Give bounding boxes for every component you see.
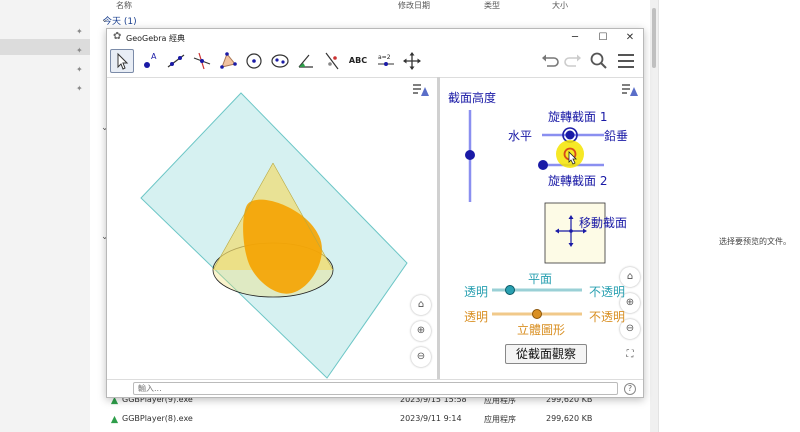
column-header-name[interactable]: 名称 bbox=[116, 0, 132, 11]
search-icon bbox=[590, 52, 607, 69]
preview-pane: 选择要预览的文件。 bbox=[658, 0, 800, 432]
solid-label: 立體圖形 bbox=[517, 323, 566, 337]
text-tool-button[interactable]: ABC bbox=[346, 49, 370, 73]
move-tool-button[interactable] bbox=[110, 49, 134, 73]
undo-button[interactable] bbox=[539, 51, 561, 71]
cone-section-figure bbox=[140, 92, 408, 379]
rotate1-label: 旋轉截面 1 bbox=[548, 110, 608, 124]
move-section-label: 移動截面 bbox=[579, 216, 628, 230]
minimize-button[interactable]: ─ bbox=[563, 29, 587, 46]
plane-transparent-label: 透明 bbox=[464, 285, 489, 299]
view-from-section-button[interactable]: 從截面觀察 bbox=[505, 344, 587, 364]
point-tool-icon: A bbox=[144, 52, 157, 68]
toolbar: A ABC a=2 bbox=[107, 46, 643, 76]
polygon-tool-button[interactable] bbox=[216, 49, 240, 73]
menu-icon bbox=[618, 54, 634, 68]
file-name: GGBPlayer(8).exe bbox=[122, 414, 193, 423]
line-tool-icon bbox=[167, 54, 185, 68]
move-view-tool-button[interactable] bbox=[400, 49, 424, 73]
pin-icon: ✦ bbox=[76, 27, 83, 36]
window-title: GeoGebra 經典 bbox=[126, 34, 185, 43]
explorer-nav-pane: ✦ ✦ ✦ ✦ bbox=[0, 0, 90, 432]
angle-tool-button[interactable] bbox=[294, 49, 318, 73]
perpendicular-tool-icon bbox=[193, 52, 211, 70]
point-tool-button[interactable]: A bbox=[138, 49, 162, 73]
main-menu-button[interactable] bbox=[615, 51, 637, 71]
geogebra-file-icon bbox=[110, 415, 119, 424]
file-size: 299,620 KB bbox=[546, 414, 593, 423]
reflect-tool-icon bbox=[325, 52, 339, 70]
slider-tool-button[interactable]: a=2 bbox=[374, 49, 398, 73]
pin-icon: ✦ bbox=[76, 65, 83, 74]
zoom-in-button[interactable]: ⊕ bbox=[411, 321, 431, 341]
move-tool-icon bbox=[117, 52, 129, 70]
reflect-tool-button[interactable] bbox=[320, 49, 344, 73]
desktop: ✦ ✦ ✦ ✦ 名称 修改日期 类型 大小 ⌄ 今天 (1) ⌄ ⌄ GGBPl… bbox=[0, 0, 800, 432]
input-help-button[interactable]: ? bbox=[624, 383, 636, 395]
circle-tool-button[interactable] bbox=[242, 49, 266, 73]
algebra-input[interactable] bbox=[133, 382, 618, 395]
vertical-label: 鉛垂 bbox=[604, 129, 629, 143]
title-bar[interactable]: ✿ GeoGebra 經典 ─ ☐ ✕ bbox=[107, 29, 643, 46]
redo-button[interactable] bbox=[562, 51, 584, 71]
solid-transparent-label: 透明 bbox=[464, 310, 489, 324]
move-view-tool-icon bbox=[403, 52, 421, 70]
plane-label: 平面 bbox=[528, 272, 553, 286]
slider-tool-icon: a=2 bbox=[378, 54, 394, 66]
conic-tool-icon bbox=[271, 54, 289, 68]
section-height-label: 截面高度 bbox=[448, 91, 497, 105]
fullscreen-button[interactable]: ⛶ bbox=[620, 345, 640, 365]
column-header-size[interactable]: 大小 bbox=[552, 0, 568, 11]
zoom-out-button[interactable]: ⊖ bbox=[411, 347, 431, 367]
svg-text:A: A bbox=[151, 52, 157, 61]
plane-opaque-label: 不透明 bbox=[589, 285, 626, 299]
close-button[interactable]: ✕ bbox=[618, 29, 642, 46]
column-header-modified[interactable]: 修改日期 bbox=[398, 0, 430, 11]
pin-icon: ✦ bbox=[76, 46, 83, 55]
style-bar-toggle-icon[interactable] bbox=[411, 82, 431, 100]
home-view-button[interactable]: ⌂ bbox=[411, 295, 431, 315]
file-row[interactable]: GGBPlayer(8).exe 2023/9/11 9:14 应用程序 299… bbox=[90, 411, 650, 429]
file-type: 应用程序 bbox=[484, 415, 516, 424]
file-date: 2023/9/11 9:14 bbox=[400, 414, 462, 423]
undo-icon bbox=[542, 54, 559, 67]
column-header-type[interactable]: 类型 bbox=[484, 0, 500, 11]
geogebra-window: ✿ GeoGebra 經典 ─ ☐ ✕ A ABC a=2 ⌂ ⊕ ⊖ ⌂ ⊕ … bbox=[106, 28, 644, 398]
line-tool-button[interactable] bbox=[164, 49, 188, 73]
input-bar: ? bbox=[107, 379, 643, 397]
maximize-button[interactable]: ☐ bbox=[591, 29, 615, 46]
geogebra-logo-icon: ✿ bbox=[113, 31, 122, 42]
redo-icon bbox=[564, 54, 581, 67]
rotate2-label: 旋轉截面 2 bbox=[548, 174, 608, 188]
horizontal-label: 水平 bbox=[508, 129, 533, 143]
angle-tool-icon bbox=[298, 54, 313, 68]
search-button[interactable] bbox=[588, 51, 610, 71]
pin-icon: ✦ bbox=[76, 84, 83, 93]
slider-tool-text: a=2 bbox=[378, 54, 391, 61]
scrollbar-thumb[interactable] bbox=[652, 8, 656, 68]
conic-tool-button[interactable] bbox=[268, 49, 292, 73]
perpendicular-tool-button[interactable] bbox=[190, 49, 214, 73]
style-bar-toggle-icon[interactable] bbox=[620, 82, 640, 100]
solid-opaque-label: 不透明 bbox=[589, 310, 626, 324]
preview-message: 选择要预览的文件。 bbox=[719, 237, 791, 246]
explorer-scrollbar[interactable] bbox=[650, 0, 658, 432]
group-header[interactable]: 今天 (1) bbox=[103, 14, 137, 27]
polygon-tool-icon bbox=[220, 52, 237, 69]
graphics-view-3d[interactable]: ⌂ ⊕ ⊖ bbox=[107, 77, 437, 379]
circle-tool-icon bbox=[246, 53, 262, 69]
